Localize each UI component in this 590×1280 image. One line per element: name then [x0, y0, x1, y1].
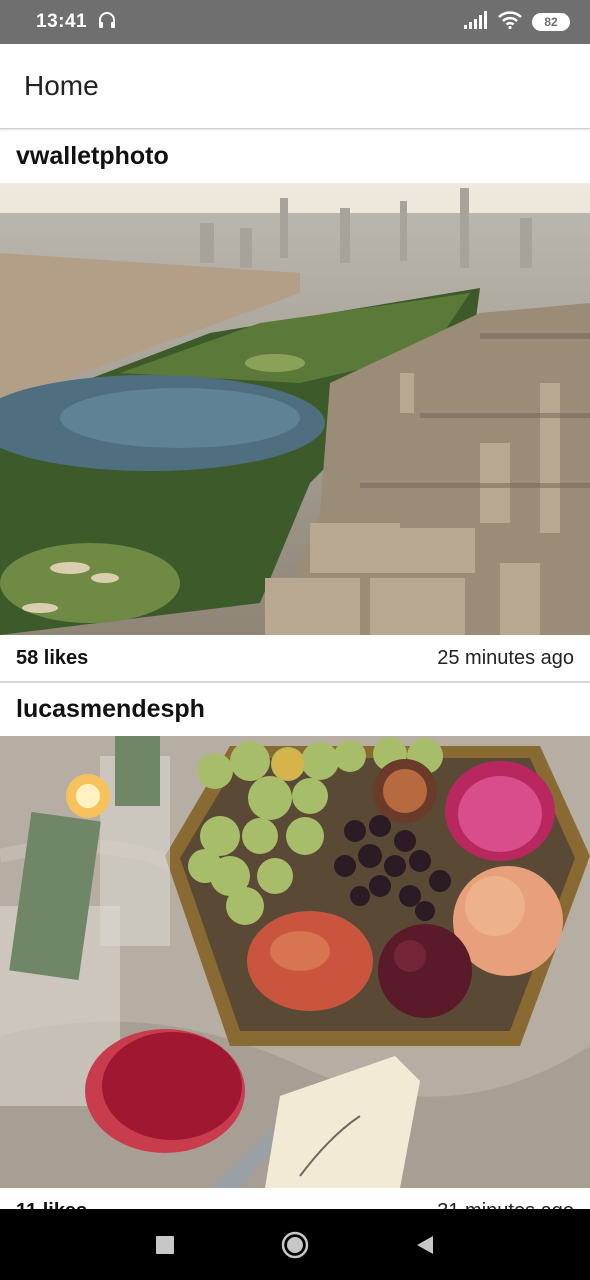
post-card: vwalletphoto 58 likes 25 minutes ago	[0, 130, 590, 683]
app-bar: Home	[0, 44, 590, 129]
feed: vwalletphoto 58 likes 25 minutes ago luc…	[0, 130, 590, 1236]
home-circle-icon[interactable]	[275, 1225, 315, 1265]
post-footer: 58 likes 25 minutes ago	[0, 635, 590, 683]
post-timestamp: 25 minutes ago	[437, 646, 574, 669]
status-bar: 13:41 82	[0, 0, 590, 44]
post-image[interactable]	[0, 183, 590, 635]
post-username[interactable]: vwalletphoto	[16, 142, 169, 171]
post-header: lucasmendesph	[0, 683, 590, 736]
wifi-icon	[498, 10, 522, 34]
page-title: Home	[24, 70, 99, 101]
headphones-icon	[97, 10, 117, 35]
post-card: lucasmendesph	[0, 683, 590, 1236]
status-left: 13:41	[36, 10, 117, 35]
recents-square-icon[interactable]	[145, 1225, 185, 1265]
signal-icon	[464, 10, 488, 34]
post-header: vwalletphoto	[0, 130, 590, 183]
post-image[interactable]	[0, 736, 590, 1188]
status-right: 82	[464, 10, 570, 34]
battery-icon: 82	[532, 13, 570, 31]
back-triangle-icon[interactable]	[405, 1225, 445, 1265]
post-username[interactable]: lucasmendesph	[16, 695, 205, 724]
likes-count: 58 likes	[16, 646, 89, 669]
navigation-bar	[0, 1209, 590, 1280]
status-time: 13:41	[36, 11, 88, 32]
